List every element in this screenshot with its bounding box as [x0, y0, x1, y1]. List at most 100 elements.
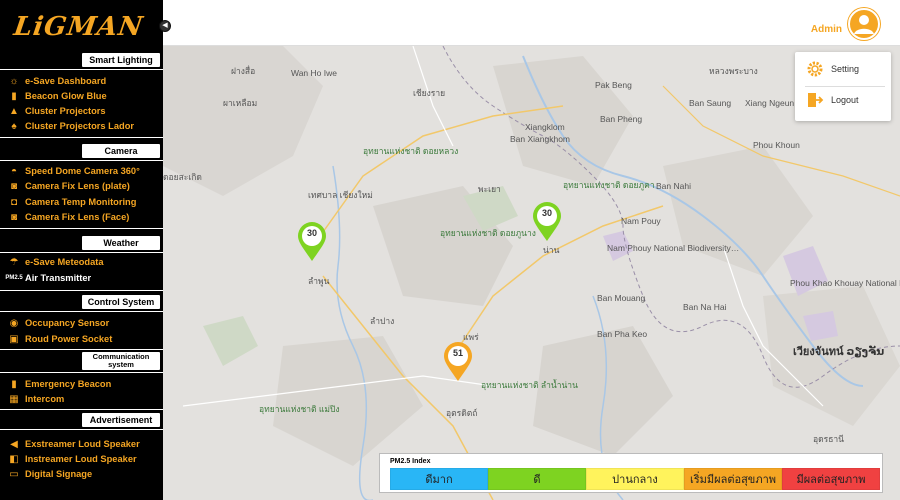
menu-item-label: Logout	[831, 95, 859, 105]
admin-username[interactable]: Admin	[811, 24, 842, 35]
section-camera: Camera	[82, 144, 160, 158]
sidebar-collapse-button[interactable]: ◀	[159, 20, 171, 32]
sidebar-item-camera-fix-plate[interactable]: ◙ Camera Fix Lens (plate)	[6, 179, 130, 193]
sidebar-item-roud-power-socket[interactable]: ▣ Roud Power Socket	[6, 332, 112, 346]
intercom-icon: ▦	[9, 393, 19, 405]
map-label: Nam Pouy	[621, 216, 661, 226]
map-label: อุตรดิตถ์	[446, 408, 478, 418]
chevron-left-icon: ◀	[162, 22, 168, 29]
sidebar-item-label: e-Save Meteodata	[25, 257, 104, 267]
legend-level-good: ดี	[488, 468, 586, 490]
map-view[interactable]: ฝางสื่อ Wan Ho Iwe ผาเหลือม เชียงราย Pak…	[163, 46, 900, 500]
divider	[0, 409, 163, 410]
pm25-value: 30	[541, 208, 552, 218]
pm25-value: 30	[306, 228, 317, 238]
map-label: ลำปาง	[370, 316, 395, 326]
section-weather: Weather	[82, 236, 160, 250]
map-label: อุทยานแห่งชาติ ลำน้ำน่าน	[481, 380, 578, 390]
sidebar-item-esave-meteodata[interactable]: ☂ e-Save Meteodata	[6, 255, 104, 269]
logout-icon	[805, 91, 825, 109]
dashboard-icon: ☼	[9, 75, 19, 87]
menu-item-label: Setting	[831, 64, 860, 74]
map-label: ฝางสื่อ	[231, 66, 256, 76]
divider	[0, 311, 163, 312]
map-label: ผาเหลือม	[223, 98, 258, 108]
divider	[0, 160, 163, 161]
sidebar-item-label: Camera Fix Lens (Face)	[25, 212, 130, 222]
map-label: อุทยานแห่งชาติ ดอยภูคา	[563, 180, 655, 190]
menu-item-setting[interactable]: Setting	[805, 60, 859, 78]
map-label: Nam Phouy National Biodiversity…	[607, 243, 740, 253]
sidebar-item-label: Digital Signage	[25, 469, 93, 479]
map-label: เชียงราย	[413, 88, 446, 98]
sidebar-item-esave-dashboard[interactable]: ☼ e-Save Dashboard	[6, 74, 106, 88]
section-smart-lighting: Smart Lighting	[82, 53, 160, 67]
map-label: Xiang Ngeun	[745, 98, 795, 108]
map-label: อุทยานแห่งชาติ ดอยหลวง	[363, 146, 459, 156]
pm25-legend: PM2.5 Index ดีมาก ดี ปานกลาง เริ่มมีผลต่…	[379, 453, 883, 493]
map-label: Ban Pheng	[600, 114, 643, 124]
sidebar-item-label: Emergency Beacon	[25, 379, 112, 389]
map-label: Ban Pha Keo	[597, 329, 648, 339]
map-label: เทศบาล เชียงใหม่	[308, 190, 373, 200]
legend-scale: ดีมาก ดี ปานกลาง เริ่มมีผลต่อสุขภาพ มีผล…	[390, 468, 880, 490]
sidebar-item-occupancy-sensor[interactable]: ◉ Occupancy Sensor	[6, 316, 110, 330]
beacon-icon: ▮	[11, 378, 17, 390]
user-dropdown-menu: Setting Logout	[795, 52, 891, 121]
sidebar-item-cluster-projectors-lador[interactable]: ♠ Cluster Projectors Lador	[6, 119, 134, 133]
section-control-system: Control System	[82, 295, 160, 309]
sidebar-item-speed-dome[interactable]: ◓ Speed Dome Camera 360°	[6, 164, 140, 178]
sidebar-item-label: Beacon Glow Blue	[25, 91, 107, 101]
sidebar: LiGMAN Smart Lighting ☼ e-Save Dashboard…	[0, 0, 163, 500]
dome-camera-icon: ◓	[10, 165, 18, 177]
sidebar-item-label: Cluster Projectors	[25, 106, 106, 116]
section-communication-system: Communication system	[82, 352, 160, 370]
map-label: พะเยา	[478, 184, 501, 194]
divider	[0, 137, 163, 138]
sidebar-item-intercom[interactable]: ▦ Intercom	[6, 392, 64, 406]
map-label: หลวงพระบาง	[709, 66, 758, 76]
menu-item-logout[interactable]: Logout	[805, 91, 859, 109]
sidebar-item-label: Intercom	[25, 394, 65, 404]
ligman-logo[interactable]: LiGMAN	[12, 12, 145, 42]
sidebar-item-emergency-beacon[interactable]: ▮ Emergency Beacon	[6, 377, 111, 391]
map-label: Ban Xiangkhom	[510, 134, 571, 144]
user-avatar[interactable]	[847, 7, 881, 41]
map-label: น่าน	[543, 245, 560, 255]
speaker-icon: ◧	[9, 453, 19, 465]
sidebar-item-label: Cluster Projectors Lador	[25, 121, 135, 131]
sidebar-item-label: Occupancy Sensor	[25, 318, 110, 328]
sidebar-item-cluster-projectors[interactable]: ▲ Cluster Projectors	[6, 104, 106, 118]
projector-icon: ▲	[9, 105, 19, 117]
legend-level-very-good: ดีมาก	[390, 468, 488, 490]
map-label: อุทยานแห่งชาติ ดอยภูนาง	[440, 228, 536, 238]
pm25-marker[interactable]: 30	[532, 202, 562, 242]
divider	[0, 228, 163, 229]
sidebar-item-beacon-glow-blue[interactable]: ▮ Beacon Glow Blue	[6, 89, 107, 103]
sidebar-item-instreamer[interactable]: ◧ Instreamer Loud Speaker	[6, 452, 137, 466]
sidebar-item-label: Exstreamer Loud Speaker	[25, 439, 140, 449]
sidebar-item-label: Air Transmitter	[25, 273, 92, 283]
map-label-vientiane: เวียงจันทน์ ວຽງຈັນ	[793, 346, 885, 358]
map-label: ลำพูน	[308, 276, 330, 286]
divider	[0, 252, 163, 253]
sidebar-item-camera-temp[interactable]: ◘ Camera Temp Monitoring	[6, 195, 136, 209]
map-label: อุดรธานี	[813, 434, 844, 444]
pm25-marker[interactable]: 30	[297, 222, 327, 262]
sidebar-item-air-transmitter[interactable]: PM2.5 Air Transmitter	[5, 271, 92, 285]
camera-icon: ◙	[10, 180, 18, 192]
section-advertisement: Advertisement	[82, 413, 160, 427]
sensor-icon: ◉	[9, 317, 19, 329]
pm25-marker[interactable]: 51	[443, 342, 473, 382]
divider	[0, 372, 163, 373]
map-label: Phou Khao Khouay National Bio	[790, 278, 900, 288]
legend-level-start-affect: เริ่มมีผลต่อสุขภาพ	[684, 468, 782, 490]
sidebar-item-camera-fix-face[interactable]: ◙ Camera Fix Lens (Face)	[6, 210, 129, 224]
sidebar-item-exstreamer[interactable]: ◀ Exstreamer Loud Speaker	[6, 437, 140, 451]
sidebar-item-digital-signage[interactable]: ▭ Digital Signage	[6, 467, 92, 481]
sidebar-item-label: Instreamer Loud Speaker	[25, 454, 137, 464]
user-icon	[848, 8, 880, 40]
divider	[0, 349, 163, 350]
weather-icon: ☂	[9, 256, 19, 268]
sidebar-item-label: Camera Temp Monitoring	[25, 197, 137, 207]
